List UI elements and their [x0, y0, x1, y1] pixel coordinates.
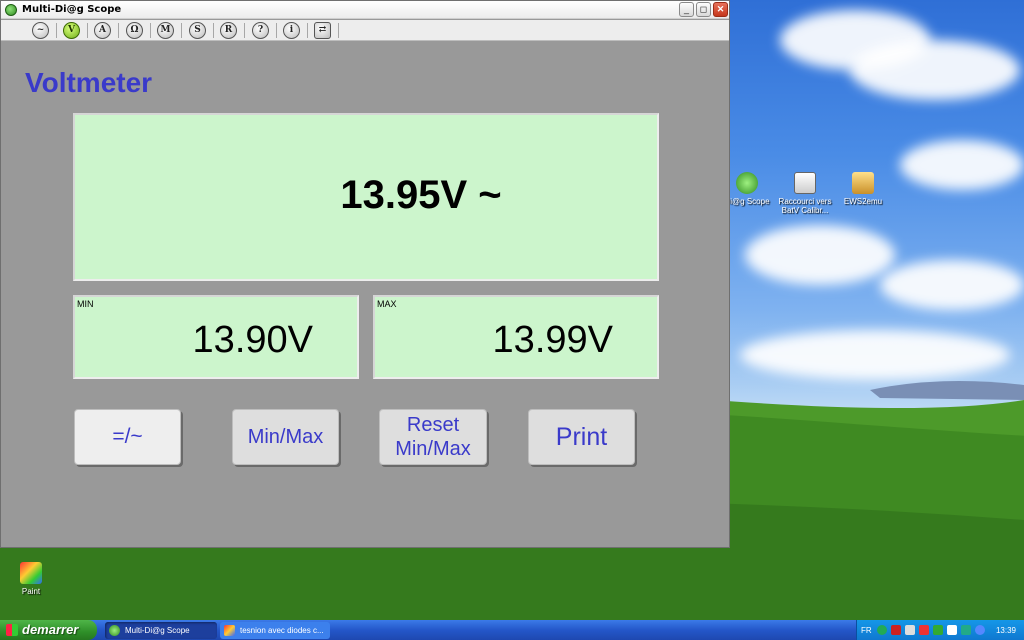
- ac-dc-toggle-button[interactable]: =/~: [74, 409, 181, 465]
- tray-network-icon[interactable]: [877, 625, 887, 635]
- ohmmeter-icon[interactable]: Ω: [126, 22, 143, 39]
- toolbar-separator: [118, 23, 119, 38]
- voltage-reading: 13.95V ~: [340, 173, 502, 217]
- cloud: [850, 40, 1020, 100]
- start-button[interactable]: demarrer: [0, 620, 97, 640]
- desktop-icon-label: Paint: [21, 587, 41, 596]
- toolbar-separator: [150, 23, 151, 38]
- toolbar-separator: [276, 23, 277, 38]
- toolbar-separator: [56, 23, 57, 38]
- app-icon: [5, 4, 17, 16]
- toolbar-separator: [244, 23, 245, 38]
- reset-label-line1: Reset: [406, 414, 460, 436]
- cloud: [900, 140, 1024, 190]
- reset-min-max-button[interactable]: Reset Min/Max: [379, 409, 487, 465]
- tray-update-icon[interactable]: [961, 625, 971, 635]
- desktop-icon-paint[interactable]: Paint: [0, 562, 66, 596]
- r-mode-icon[interactable]: R: [220, 22, 237, 39]
- toolbar: ~ V A Ω M S R ? i ⇄: [1, 20, 729, 41]
- system-tray: FR 13:39: [856, 620, 1024, 640]
- paint-icon: [224, 625, 235, 636]
- taskbar-item-label: tesnion avec diodes c...: [240, 626, 324, 635]
- ews2emu-icon: [852, 172, 874, 194]
- cloud: [745, 225, 895, 285]
- clock: 13:39: [995, 626, 1016, 635]
- min-display: MIN 13.90V: [73, 295, 359, 379]
- main-reading-display: 13.95V ~: [73, 113, 659, 281]
- paint-icon: [20, 562, 42, 584]
- tray-display-icon[interactable]: [947, 625, 957, 635]
- cloud: [880, 260, 1024, 310]
- taskbar-item-label: Multi-Di@g Scope: [125, 626, 190, 635]
- diag-scope-icon: [736, 172, 758, 194]
- desktop-icon-ews2emu[interactable]: EWS2emu: [828, 172, 898, 206]
- desktop-icon-label: EWS2emu: [843, 197, 883, 206]
- toolbar-separator: [87, 23, 88, 38]
- max-label: MAX: [377, 299, 397, 309]
- start-label: demarrer: [22, 622, 79, 637]
- desktop-icon-label: BatV Calibr...: [781, 206, 829, 215]
- help-icon[interactable]: ?: [252, 22, 269, 39]
- min-max-button[interactable]: Min/Max: [232, 409, 339, 465]
- min-value: 13.90V: [192, 319, 313, 361]
- max-display: MAX 13.99V: [373, 295, 659, 379]
- toolbar-separator: [338, 23, 339, 38]
- page-title: Voltmeter: [25, 67, 153, 98]
- tray-alert-icon[interactable]: [919, 625, 929, 635]
- tray-app-icon[interactable]: [933, 625, 943, 635]
- reset-label-line2: Min/Max: [395, 438, 471, 460]
- info-icon[interactable]: i: [283, 22, 300, 39]
- toolbar-separator: [213, 23, 214, 38]
- waveform-icon[interactable]: ~: [32, 22, 49, 39]
- taskbar-item-multi-diag[interactable]: Multi-Di@g Scope: [105, 622, 217, 639]
- maximize-button[interactable]: ◻: [696, 2, 711, 17]
- language-indicator[interactable]: FR: [861, 626, 872, 635]
- app-window: Multi-Di@g Scope _ ◻ ✕ ~ V A Ω M S R ? i…: [0, 0, 730, 548]
- taskbar-item-paint-doc[interactable]: tesnion avec diodes c...: [220, 622, 330, 639]
- tray-messenger-icon[interactable]: [975, 625, 985, 635]
- window-title: Multi-Di@g Scope: [22, 4, 122, 15]
- taskbar: demarrer Multi-Di@g Scope tesnion avec d…: [0, 620, 1024, 640]
- m-mode-icon[interactable]: M: [157, 22, 174, 39]
- exit-icon[interactable]: ⇄: [314, 22, 331, 39]
- toolbar-separator: [181, 23, 182, 38]
- voltmeter-icon[interactable]: V: [63, 22, 80, 39]
- max-value: 13.99V: [492, 319, 613, 361]
- title-bar[interactable]: Multi-Di@g Scope _ ◻ ✕: [1, 1, 729, 19]
- tray-volume-icon[interactable]: [905, 625, 915, 635]
- close-button[interactable]: ✕: [713, 2, 728, 17]
- toolbar-separator: [307, 23, 308, 38]
- windows-flag-icon: [6, 624, 18, 636]
- minimize-button[interactable]: _: [679, 2, 694, 17]
- tray-security-icon[interactable]: [891, 625, 901, 635]
- print-button[interactable]: Print: [528, 409, 635, 465]
- ammeter-icon[interactable]: A: [94, 22, 111, 39]
- s-mode-icon[interactable]: S: [189, 22, 206, 39]
- diag-scope-icon: [109, 625, 120, 636]
- shortcut-icon: [794, 172, 816, 194]
- min-label: MIN: [77, 299, 94, 309]
